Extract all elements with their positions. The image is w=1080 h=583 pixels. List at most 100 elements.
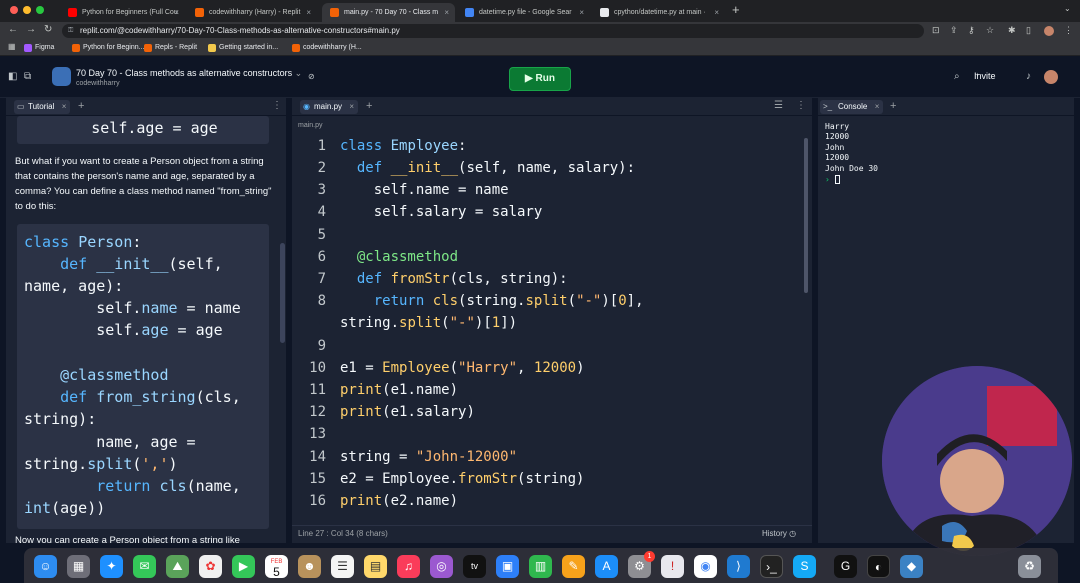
extensions-icon[interactable]: ✱ xyxy=(1008,25,1016,36)
launchpad-icon[interactable]: ▦ xyxy=(67,555,90,578)
app-store-icon[interactable]: A xyxy=(595,555,618,578)
repl-owner[interactable]: codewithharry xyxy=(76,80,120,87)
vscode-icon[interactable]: ⟩ xyxy=(727,555,750,578)
replit-logo-icon[interactable]: ⧉ xyxy=(24,71,31,82)
sidepanel-icon[interactable]: ▯ xyxy=(1026,25,1031,36)
bookmark-star-icon[interactable]: ☆ xyxy=(986,25,994,36)
window-close-button[interactable] xyxy=(10,6,18,14)
calendar-icon[interactable]: FEB 5 xyxy=(265,555,288,578)
close-icon[interactable]: × xyxy=(444,3,449,22)
breadcrumb[interactable]: main.py xyxy=(298,122,323,129)
maps-icon[interactable]: ⛰ xyxy=(166,555,189,578)
notification-bell-icon[interactable]: ♪ xyxy=(1026,71,1031,82)
password-icon[interactable]: ⚷ xyxy=(968,25,975,36)
facetime-icon[interactable]: ▶ xyxy=(232,555,255,578)
pages-icon[interactable]: ✎ xyxy=(562,555,585,578)
window-minimize-button[interactable] xyxy=(23,6,31,14)
add-tab-icon[interactable]: + xyxy=(890,100,896,112)
repl-title[interactable]: 70 Day 70 - Class methods as alternative… xyxy=(76,68,302,79)
user-avatar[interactable] xyxy=(1044,70,1058,84)
tab-console[interactable]: >_ Console × xyxy=(820,100,884,114)
console-tab-bar: >_ Console × + xyxy=(818,98,1074,116)
trash-icon[interactable]: ♻ xyxy=(1018,555,1041,578)
g-hub-icon[interactable]: G xyxy=(834,555,857,578)
browser-tab[interactable]: codewithharry (Harry) - Replit × xyxy=(187,3,317,22)
menu-icon[interactable]: ⋮ xyxy=(1064,25,1073,36)
back-icon[interactable]: ← xyxy=(8,24,18,35)
format-icon[interactable]: ☰ xyxy=(774,100,783,111)
skype-icon[interactable]: S xyxy=(793,555,816,578)
run-button[interactable]: ▶ Run xyxy=(509,67,571,91)
bookmark-icon xyxy=(144,44,152,52)
window-zoom-button[interactable] xyxy=(36,6,44,14)
reminders-icon[interactable]: ☰ xyxy=(331,555,354,578)
close-icon[interactable]: × xyxy=(579,3,584,22)
line-number: 6 xyxy=(317,249,326,265)
contacts-icon[interactable]: ☻ xyxy=(298,555,321,578)
editor-scrollbar[interactable] xyxy=(804,138,808,293)
share-icon[interactable]: ⇪ xyxy=(950,25,958,36)
code-line: e2 = Employee.fromStr(string) xyxy=(340,471,585,487)
chrome-icon[interactable]: ◉ xyxy=(694,555,717,578)
more-options-icon[interactable]: ⋮ xyxy=(796,100,806,111)
terminal-app-icon[interactable]: ›_ xyxy=(760,555,783,578)
apps-icon[interactable]: ▦ xyxy=(8,42,16,51)
music-icon[interactable]: ♫ xyxy=(397,555,420,578)
tutorial-code-line: self.age = age xyxy=(19,119,218,137)
close-icon[interactable]: × xyxy=(174,3,179,22)
profile-avatar[interactable] xyxy=(1044,26,1054,36)
more-options-icon[interactable]: ⋮ xyxy=(272,100,282,111)
python-launcher-icon[interactable]: ◆ xyxy=(900,555,923,578)
browser-tab[interactable]: cpython/datetime.py at main · × xyxy=(592,3,725,22)
bookmark-item[interactable]: Figma xyxy=(24,42,54,54)
line-number: 8 xyxy=(317,293,326,309)
sidebar-toggle-icon[interactable]: ◧ xyxy=(8,71,17,82)
tab-tutorial[interactable]: ▭ Tutorial × xyxy=(14,100,71,114)
tab-main-py[interactable]: ◉ main.py × xyxy=(300,100,359,114)
invite-button[interactable]: Invite xyxy=(974,71,996,81)
history-button[interactable]: History ◷ xyxy=(762,529,796,538)
apple-tv-icon[interactable]: tv xyxy=(463,555,486,578)
safari-icon[interactable]: ✦ xyxy=(100,555,123,578)
close-icon[interactable]: × xyxy=(349,100,354,114)
obs-icon[interactable]: ◐ xyxy=(867,555,890,578)
close-icon[interactable]: × xyxy=(714,3,719,22)
close-icon[interactable]: × xyxy=(875,100,880,114)
browser-tab-title: codewithharry (Harry) - Replit xyxy=(209,9,301,16)
add-tab-icon[interactable]: + xyxy=(366,100,372,112)
forward-icon[interactable]: → xyxy=(26,24,36,35)
tutorial-code-block-top: self.age = age xyxy=(17,116,269,144)
close-icon[interactable]: × xyxy=(306,3,311,22)
console-prompt[interactable]: › xyxy=(825,175,840,184)
install-icon[interactable]: ⊡ xyxy=(932,25,940,36)
photos-icon[interactable]: ✿ xyxy=(199,555,222,578)
podcasts-icon[interactable]: ◎ xyxy=(430,555,453,578)
tutorial-code-block: class Person: def __init__(self, name, a… xyxy=(17,224,269,529)
bookmark-item[interactable]: Python for Beginn... xyxy=(72,42,144,54)
fork-icon[interactable]: ⊘ xyxy=(308,72,315,81)
browser-tab-title: cpython/datetime.py at main · xyxy=(614,9,706,16)
keynote-icon[interactable]: ▣ xyxy=(496,555,519,578)
tutorial-scrollbar[interactable] xyxy=(280,243,285,343)
bookmark-item[interactable]: codewithharry (H... xyxy=(292,42,362,54)
browser-tab[interactable]: main.py - 70 Day 70 - Class m × xyxy=(322,3,455,22)
feedback-icon[interactable]: ! xyxy=(661,555,684,578)
reload-icon[interactable]: ↻ xyxy=(44,24,52,35)
line-number: 5 xyxy=(317,227,326,243)
browser-tab[interactable]: Python for Beginners (Full Cou × xyxy=(60,3,185,22)
search-icon[interactable]: ⌕ xyxy=(954,71,960,82)
cursor-position[interactable]: Line 27 : Col 34 (8 chars) xyxy=(298,529,388,538)
numbers-icon[interactable]: ▥ xyxy=(529,555,552,578)
browser-tab[interactable]: datetime.py file - Google Sear × xyxy=(457,3,590,22)
finder-icon[interactable]: ☺ xyxy=(34,555,57,578)
chevron-down-icon[interactable]: ⌄ xyxy=(1064,4,1071,13)
webcam-overlay xyxy=(882,366,1072,556)
messages-icon[interactable]: ✉ xyxy=(133,555,156,578)
close-icon[interactable]: × xyxy=(62,100,67,114)
new-tab-icon[interactable]: + xyxy=(732,2,740,17)
address-bar[interactable]: ⚿ replit.com/@codewithharry/70-Day-70-Cl… xyxy=(62,24,924,38)
bookmark-item[interactable]: Repls - Replit xyxy=(144,42,197,54)
bookmark-item[interactable]: Getting started in... xyxy=(208,42,278,54)
add-tab-icon[interactable]: + xyxy=(78,100,84,112)
notes-icon[interactable]: ▤ xyxy=(364,555,387,578)
